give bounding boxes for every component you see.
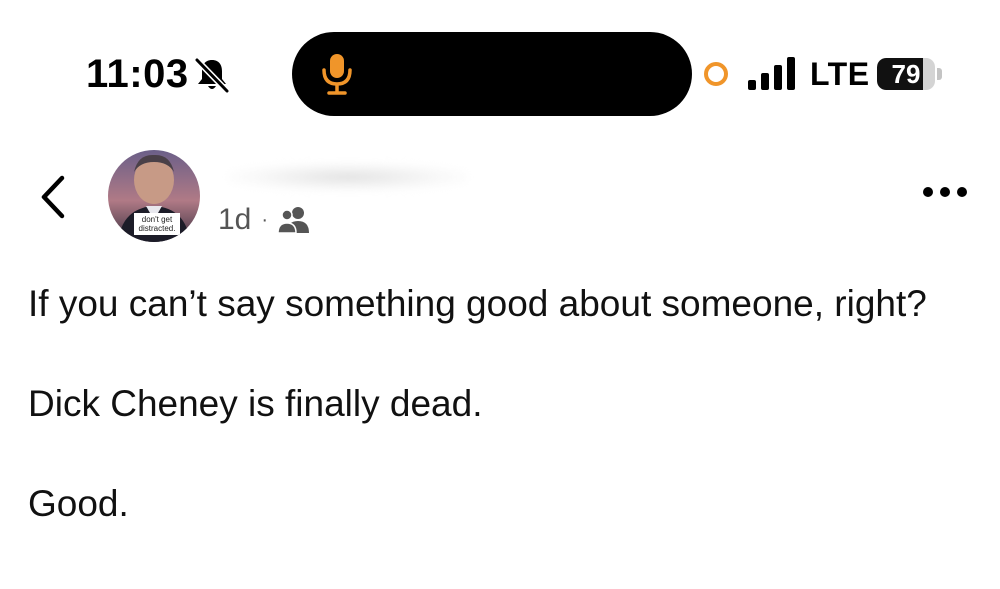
status-time: 11:03 [86, 52, 189, 96]
chevron-left-icon[interactable] [34, 172, 74, 222]
post-paragraph: Good. [28, 483, 129, 524]
battery-percent: 79 [891, 59, 921, 89]
avatar-caption: don't get distracted. [134, 213, 180, 235]
battery-icon: 79 [877, 58, 935, 90]
post-time[interactable]: 1d [218, 203, 251, 237]
post-paragraph: Dick Cheney is finally dead. [28, 383, 483, 424]
avatar[interactable]: don't get distracted. [108, 150, 200, 242]
meta-separator: · [261, 208, 269, 231]
more-horizontal-icon[interactable] [920, 178, 970, 206]
post-paragraph: If you can’t say something good about so… [28, 283, 927, 324]
recording-indicator [704, 62, 728, 86]
post-screen: 11:03 LTE 79 don't get distracted. 1d · … [0, 0, 1000, 589]
group-icon [277, 207, 310, 234]
microphone-icon [322, 54, 352, 95]
network-type: LTE [810, 56, 870, 92]
post-body: If you can’t say something good about so… [28, 278, 968, 578]
author-name-redacted [228, 162, 468, 192]
battery-cap [937, 68, 942, 80]
post-meta: 1d · [218, 200, 311, 240]
signal-icon [748, 57, 795, 90]
bell-slash-icon [194, 57, 230, 94]
